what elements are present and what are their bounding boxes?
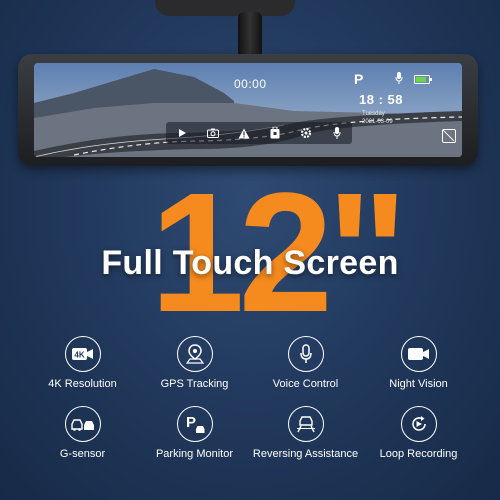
feature-label: 4K Resolution [48, 378, 117, 390]
parking-icon: P [176, 406, 213, 442]
night-camera-icon [400, 336, 437, 372]
feature-loop-recording: Loop Recording [356, 406, 481, 460]
loop-recording-icon [400, 406, 437, 442]
camera-icon[interactable] [206, 126, 220, 140]
warning-icon[interactable] [237, 126, 251, 140]
mirror-mount [155, 0, 295, 16]
microphone-icon [395, 72, 403, 84]
feature-4k: 4K 4K Resolution [20, 336, 145, 390]
feature-label: Voice Control [272, 378, 339, 390]
voice-icon[interactable] [330, 126, 344, 140]
screen-toolbar [166, 122, 352, 144]
gps-pin-icon [176, 336, 213, 372]
feature-night-vision: Night Vision [356, 336, 481, 390]
weekday: Tuesday [362, 111, 385, 117]
date: 2021-03-09 [362, 119, 393, 125]
play-icon[interactable] [175, 126, 189, 140]
microphone-icon [287, 336, 324, 372]
feature-reversing-assistance: Reversing Assistance [243, 406, 368, 460]
feature-label: Night Vision [389, 378, 448, 390]
battery-icon [414, 75, 432, 84]
feature-label: G-sensor [59, 448, 106, 460]
headline: Full Touch Screen [101, 244, 399, 282]
reverse-guide-icon [287, 406, 324, 442]
feature-g-sensor: G-sensor [20, 406, 145, 460]
feature-parking-monitor: P Parking Monitor [132, 406, 257, 460]
mirror-screen: 00:00 P 18 : 58 Tuesday 2021-03-09 [34, 63, 462, 157]
feature-label: Loop Recording [379, 448, 458, 460]
4k-icon: 4K [64, 336, 101, 372]
svg-text:P: P [185, 414, 195, 431]
svg-text:4K: 4K [74, 351, 84, 360]
record-time: 00:00 [234, 77, 267, 91]
feature-gps: GPS Tracking [132, 336, 257, 390]
lock-file-icon[interactable] [268, 126, 282, 140]
feature-voice: Voice Control [243, 336, 368, 390]
clock: 18 : 58 [359, 92, 403, 107]
mirror-stalk [238, 12, 262, 58]
car-collision-icon [64, 406, 101, 442]
feature-label: Parking Monitor [155, 448, 234, 460]
parking-indicator: P [354, 71, 364, 87]
feature-label: GPS Tracking [160, 378, 229, 390]
feature-label: Reversing Assistance [252, 448, 359, 460]
gear-icon[interactable] [299, 126, 313, 140]
fullscreen-icon[interactable] [442, 129, 456, 143]
